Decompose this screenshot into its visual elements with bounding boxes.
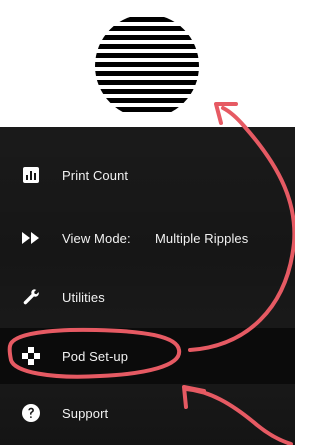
menu-item-label: View Mode: [62,230,131,246]
menu-item-support[interactable]: Support [0,385,295,441]
pod-grid-icon [20,345,42,367]
menu-item-pod-setup[interactable]: Pod Set-up [0,328,295,384]
app-screenshot: Print Count View Mode: Multiple Ripples … [0,0,295,445]
menu-item-view-mode[interactable]: View Mode: Multiple Ripples [0,210,295,266]
menu-item-label: Support [62,405,109,421]
wrench-icon [20,286,42,308]
menu-item-utilities[interactable]: Utilities [0,269,295,325]
menu-item-label: Utilities [62,289,105,305]
settings-menu: Print Count View Mode: Multiple Ripples … [0,127,295,445]
brand-logo [91,10,203,122]
view-mode-value: Multiple Ripples [155,230,249,246]
upward-arrow-head [214,102,238,125]
menu-item-label: Print Count [62,167,129,183]
striped-circle-logo-icon [95,17,199,112]
help-icon [20,402,42,424]
menu-item-label: Pod Set-up [62,348,129,364]
menu-item-print-count[interactable]: Print Count [0,147,295,203]
fast-forward-icon [20,227,42,249]
bar-chart-icon [20,164,42,186]
